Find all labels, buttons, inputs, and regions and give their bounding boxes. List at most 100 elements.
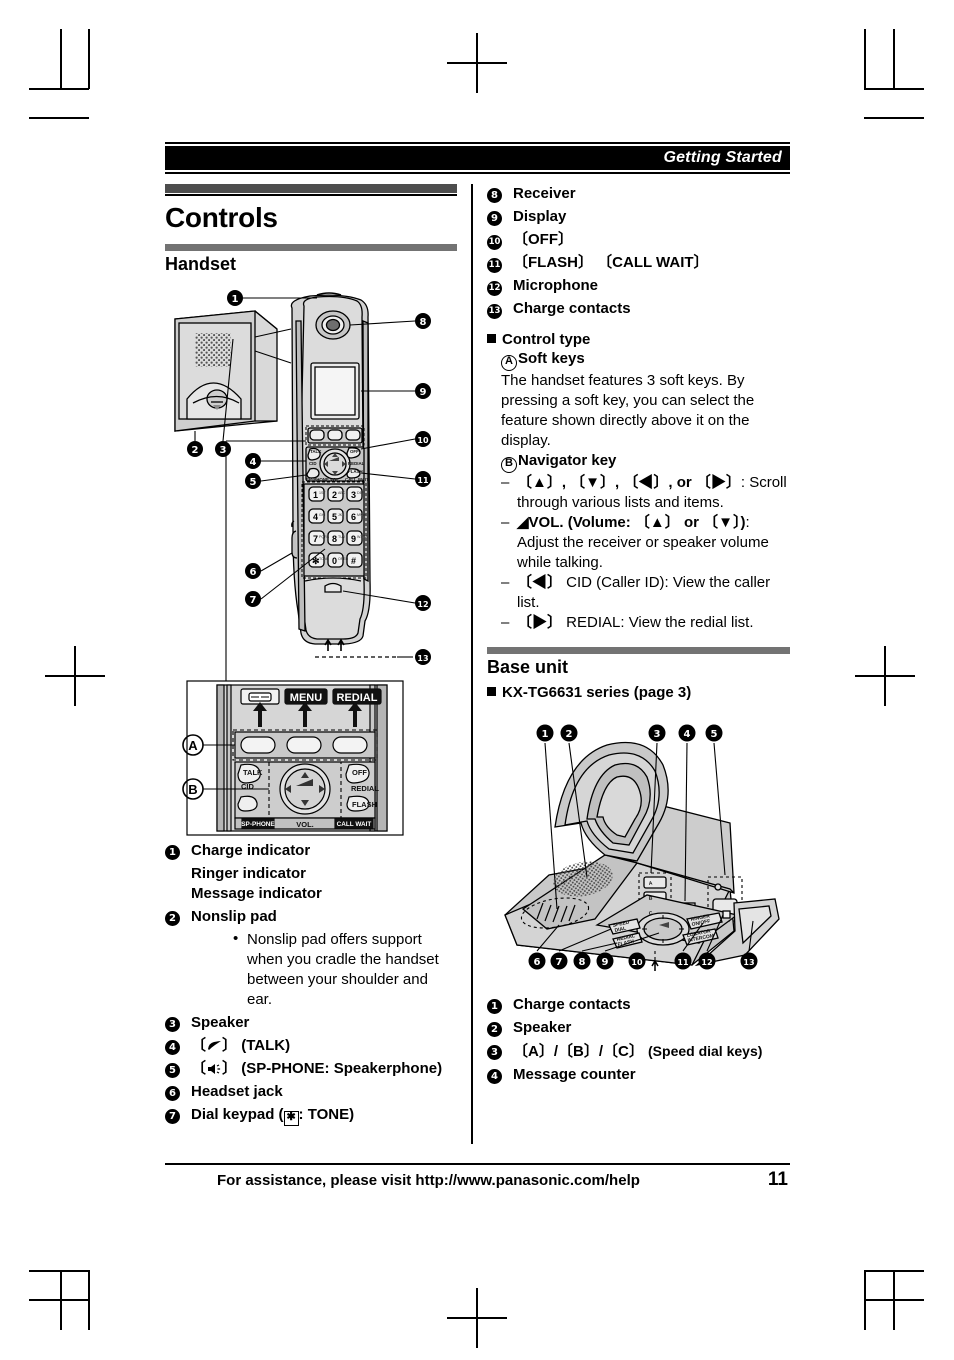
speakerphone-icon [206,1059,222,1079]
callout-number: 12 [487,276,513,296]
list-item: 5 〔 〕 (SP-PHONE: Speakerphone) [165,1059,457,1079]
svg-text:4: 4 [684,729,691,740]
svg-text:12: 12 [417,600,428,609]
svg-text:8: 8 [579,957,586,968]
svg-text:7: 7 [250,595,257,606]
footer-rule [165,1163,790,1165]
list-item: 11 〔FLASH〕 〔CALL WAIT〕 [487,253,790,273]
list-item: 12 Microphone [487,276,790,296]
part-note: Nonslip pad offers support when you crad… [233,929,457,1010]
svg-text:B: B [188,782,197,797]
handset-heading-bar [165,243,457,251]
svg-text:5: 5 [332,512,337,522]
svg-text:9: 9 [602,957,609,968]
part-label: Message counter [513,1066,636,1083]
svg-text:VOL.: VOL. [330,477,340,482]
svg-text:JKL: JKL [338,513,344,517]
svg-text:MNO: MNO [357,513,366,517]
letter-a-marker: A [501,355,517,371]
navigator-text: REDIAL: View the redial list. [562,614,754,631]
svg-text:WXYZ: WXYZ [357,535,368,539]
dash-marker: – [501,574,510,591]
square-bullet-icon [487,687,496,696]
svg-text:2: 2 [192,445,199,456]
registration-mark-left [45,646,105,706]
part-label: Charge contacts [513,996,631,1013]
svg-text:9: 9 [351,534,356,544]
star-key-icon: ✱ [283,1110,299,1126]
registration-mark-right [855,646,915,706]
dash-marker: – [501,514,510,531]
svg-text:OFF: OFF [352,768,367,777]
control-type-heading: Control type [487,331,790,348]
callout-number: 6 [165,1082,191,1101]
svg-text:8: 8 [332,534,337,544]
navigator-keys: 〔◀〕 [517,574,563,591]
part-label: Speaker [513,1019,572,1036]
svg-text:13: 13 [743,958,754,967]
keypad-detail-illustration: MENU REDIAL TALK CID OFF REDIAL FLASH VO… [182,679,404,836]
part-label: Microphone [513,277,598,294]
dash-marker: – [501,614,510,631]
svg-text:8: 8 [420,317,427,328]
list-item: 3 〔A〕/〔B〕/〔C〕 (Speed dial keys) [487,1041,790,1062]
svg-text:6: 6 [250,567,257,578]
list-item: 6 Headset jack [165,1082,457,1102]
registration-mark-bottom [447,1288,507,1348]
list-item: 7 Dial keypad (✱: TONE) [165,1105,457,1126]
callout-number: 8 [487,184,513,203]
svg-text:2: 2 [332,490,337,500]
part-label: Charge indicator [191,841,311,859]
speed-dial-keys: 〔A〕/〔B〕/〔C〕 [513,1043,644,1060]
callout-number: 11 [487,253,513,273]
running-head-rule-top [165,142,790,144]
svg-text:12: 12 [701,958,712,967]
part-label-extra: Message indicator [191,884,322,902]
callout-number: 4 [165,1036,191,1055]
svg-text:1ST: 1ST [319,491,326,495]
svg-text:ABC: ABC [338,491,346,495]
callout-number: 9 [487,207,513,226]
square-bullet-icon [487,334,496,343]
svg-text:A: A [188,738,198,753]
part-label: 〔 〕 (TALK) [191,1036,291,1054]
part-label: 〔 〕 (SP-PHONE: Speakerphone) [191,1059,443,1079]
list-item: 9 Display [487,207,790,227]
svg-text:0: 0 [332,556,337,566]
svg-text:FLASH: FLASH [348,469,363,474]
navigator-key-entries: – 〔▲〕, 〔▼〕, 〔◀〕, or 〔▶〕: Scroll through … [501,473,790,633]
footer-assistance-text: For assistance, please visit http://www.… [217,1172,640,1189]
callout-number: 3 [165,1013,191,1032]
callout-number: 4 [487,1065,513,1084]
navigator-keys: 〔▲〕, 〔▼〕, 〔◀〕, or 〔▶〕 [517,474,741,491]
page-title: Controls [165,201,278,233]
navigator-entry: – 〔▲〕, 〔▼〕, 〔◀〕, or 〔▶〕: Scroll through … [501,473,790,513]
svg-text:6: 6 [351,512,356,522]
soft-keys-body: The handset features 3 soft keys. By pre… [501,372,755,449]
part-label: 〔OFF〕 [513,231,573,248]
part-note-list: Nonslip pad offers support when you crad… [207,929,457,1010]
callout-number: 5 [165,1059,191,1078]
speed-dial-suffix: (Speed dial keys) [648,1043,763,1059]
list-item: 2 Speaker [487,1018,790,1038]
list-item: 1 Charge contacts [487,995,790,1015]
svg-text:#: # [351,556,356,566]
dash-marker: – [501,474,510,491]
callout-number: 7 [165,1105,191,1124]
navigator-keys: ◢VOL. (Volume: 〔▲〕 or 〔▼〕) [517,514,746,531]
running-head-rule-bottom [165,172,790,174]
callout-number: 1 [487,995,513,1014]
list-item: 3 Speaker [165,1013,457,1033]
section-title-rule [165,194,457,196]
svg-text:REDIAL: REDIAL [337,692,378,704]
svg-text:7: 7 [556,957,563,968]
svg-text:6: 6 [534,957,541,968]
callout-number: 2 [165,907,191,926]
svg-text:4: 4 [250,457,257,468]
part-label: 〔FLASH〕 〔CALL WAIT〕 [513,254,709,271]
svg-text:TALK: TALK [310,449,322,454]
running-head-title: Getting Started [663,149,782,166]
svg-text:OFF: OFF [350,449,359,454]
part-label: Headset jack [191,1082,283,1100]
svg-text:5: 5 [711,729,718,740]
